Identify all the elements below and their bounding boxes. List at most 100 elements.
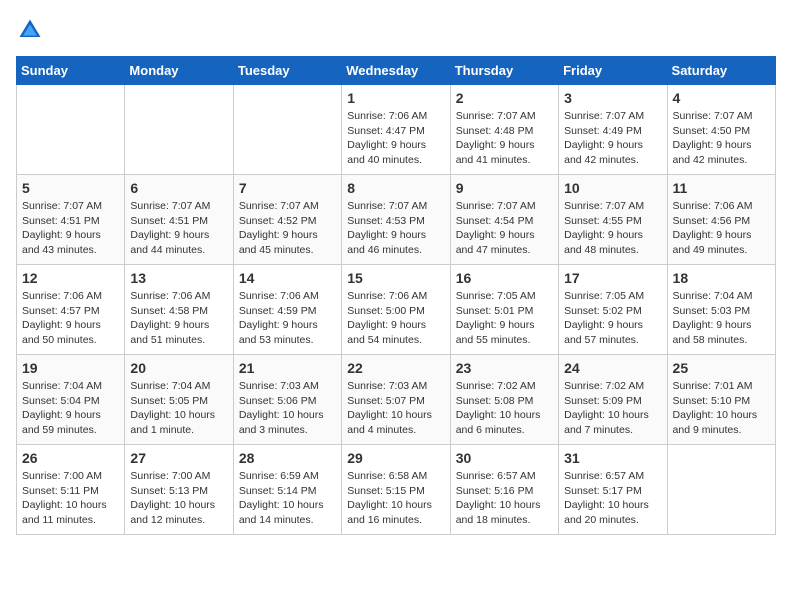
day-cell: 14 Sunrise: 7:06 AM Sunset: 4:59 PM Dayli… [233, 265, 341, 355]
day-number: 16 [456, 270, 553, 286]
day-info: Sunrise: 7:07 AM Sunset: 4:51 PM Dayligh… [130, 199, 227, 258]
weekday-header-wednesday: Wednesday [342, 57, 450, 85]
day-number: 19 [22, 360, 119, 376]
day-info: Sunrise: 6:59 AM Sunset: 5:14 PM Dayligh… [239, 469, 336, 528]
weekday-header-sunday: Sunday [17, 57, 125, 85]
day-cell: 16Sunrise: 7:05 AM Sunset: 5:01 PM Dayli… [450, 265, 558, 355]
day-info: Sunrise: 7:06 AM Sunset: 4:47 PM Dayligh… [347, 109, 444, 168]
day-cell: 6 Sunrise: 7:07 AM Sunset: 4:51 PM Daylig… [125, 175, 233, 265]
day-info: Sunrise: 6:57 AM Sunset: 5:16 PM Dayligh… [456, 469, 553, 528]
week-row-4: 19 Sunrise: 7:04 AM Sunset: 5:04 PM Dayli… [17, 355, 776, 445]
weekday-header-thursday: Thursday [450, 57, 558, 85]
day-number: 7 [239, 180, 336, 196]
day-number: 1 [347, 90, 444, 106]
day-cell: 3Sunrise: 7:07 AM Sunset: 4:49 PM Daylig… [559, 85, 667, 175]
day-number: 11 [673, 180, 770, 196]
weekday-header-row: SundayMondayTuesdayWednesdayThursdayFrid… [17, 57, 776, 85]
week-row-3: 12 Sunrise: 7:06 AM Sunset: 4:57 PM Dayli… [17, 265, 776, 355]
day-number: 18 [673, 270, 770, 286]
weekday-header-monday: Monday [125, 57, 233, 85]
day-cell: 26 Sunrise: 7:00 AM Sunset: 5:11 PM Dayli… [17, 445, 125, 535]
day-cell: 28 Sunrise: 6:59 AM Sunset: 5:14 PM Dayli… [233, 445, 341, 535]
day-cell [17, 85, 125, 175]
day-cell [125, 85, 233, 175]
day-info: Sunrise: 7:04 AM Sunset: 5:05 PM Dayligh… [130, 379, 227, 438]
day-number: 4 [673, 90, 770, 106]
day-cell: 10 Sunrise: 7:07 AM Sunset: 4:55 PM Dayli… [559, 175, 667, 265]
logo-icon [16, 16, 44, 44]
day-number: 25 [673, 360, 770, 376]
day-info: Sunrise: 7:04 AM Sunset: 5:04 PM Dayligh… [22, 379, 119, 438]
day-cell: 20 Sunrise: 7:04 AM Sunset: 5:05 PM Dayli… [125, 355, 233, 445]
day-number: 2 [456, 90, 553, 106]
day-info: Sunrise: 7:07 AM Sunset: 4:53 PM Dayligh… [347, 199, 444, 258]
calendar-table: SundayMondayTuesdayWednesdayThursdayFrid… [16, 56, 776, 535]
day-number: 26 [22, 450, 119, 466]
day-cell: 19 Sunrise: 7:04 AM Sunset: 5:04 PM Dayli… [17, 355, 125, 445]
day-info: Sunrise: 7:07 AM Sunset: 4:51 PM Dayligh… [22, 199, 119, 258]
day-number: 10 [564, 180, 661, 196]
day-number: 24 [564, 360, 661, 376]
day-info: Sunrise: 7:07 AM Sunset: 4:48 PM Dayligh… [456, 109, 553, 168]
week-row-1: 1 Sunrise: 7:06 AM Sunset: 4:47 PM Daylig… [17, 85, 776, 175]
day-info: Sunrise: 7:06 AM Sunset: 4:58 PM Dayligh… [130, 289, 227, 348]
day-number: 15 [347, 270, 444, 286]
weekday-header-friday: Friday [559, 57, 667, 85]
day-cell: 11Sunrise: 7:06 AM Sunset: 4:56 PM Dayli… [667, 175, 775, 265]
day-number: 20 [130, 360, 227, 376]
calendar-container: SundayMondayTuesdayWednesdayThursdayFrid… [0, 0, 792, 551]
day-info: Sunrise: 7:00 AM Sunset: 5:13 PM Dayligh… [130, 469, 227, 528]
week-row-2: 5Sunrise: 7:07 AM Sunset: 4:51 PM Daylig… [17, 175, 776, 265]
header [16, 16, 776, 44]
day-cell: 21 Sunrise: 7:03 AM Sunset: 5:06 PM Dayli… [233, 355, 341, 445]
day-info: Sunrise: 7:00 AM Sunset: 5:11 PM Dayligh… [22, 469, 119, 528]
day-info: Sunrise: 7:07 AM Sunset: 4:54 PM Dayligh… [456, 199, 553, 258]
logo [16, 16, 48, 44]
day-number: 13 [130, 270, 227, 286]
day-cell: 22Sunrise: 7:03 AM Sunset: 5:07 PM Dayli… [342, 355, 450, 445]
day-info: Sunrise: 7:01 AM Sunset: 5:10 PM Dayligh… [673, 379, 770, 438]
weekday-header-tuesday: Tuesday [233, 57, 341, 85]
day-cell: 4 Sunrise: 7:07 AM Sunset: 4:50 PM Daylig… [667, 85, 775, 175]
day-number: 28 [239, 450, 336, 466]
day-cell: 5Sunrise: 7:07 AM Sunset: 4:51 PM Daylig… [17, 175, 125, 265]
day-cell: 17Sunrise: 7:05 AM Sunset: 5:02 PM Dayli… [559, 265, 667, 355]
weekday-header-saturday: Saturday [667, 57, 775, 85]
day-number: 8 [347, 180, 444, 196]
day-cell: 24 Sunrise: 7:02 AM Sunset: 5:09 PM Dayli… [559, 355, 667, 445]
day-info: Sunrise: 7:06 AM Sunset: 4:57 PM Dayligh… [22, 289, 119, 348]
day-info: Sunrise: 7:07 AM Sunset: 4:52 PM Dayligh… [239, 199, 336, 258]
day-info: Sunrise: 7:06 AM Sunset: 4:59 PM Dayligh… [239, 289, 336, 348]
day-cell [667, 445, 775, 535]
day-number: 12 [22, 270, 119, 286]
day-number: 22 [347, 360, 444, 376]
day-number: 6 [130, 180, 227, 196]
day-info: Sunrise: 7:03 AM Sunset: 5:06 PM Dayligh… [239, 379, 336, 438]
day-info: Sunrise: 7:06 AM Sunset: 5:00 PM Dayligh… [347, 289, 444, 348]
day-number: 27 [130, 450, 227, 466]
day-info: Sunrise: 6:58 AM Sunset: 5:15 PM Dayligh… [347, 469, 444, 528]
day-info: Sunrise: 7:02 AM Sunset: 5:08 PM Dayligh… [456, 379, 553, 438]
day-cell: 30 Sunrise: 6:57 AM Sunset: 5:16 PM Dayli… [450, 445, 558, 535]
day-number: 14 [239, 270, 336, 286]
day-number: 23 [456, 360, 553, 376]
day-cell: 25 Sunrise: 7:01 AM Sunset: 5:10 PM Dayli… [667, 355, 775, 445]
week-row-5: 26 Sunrise: 7:00 AM Sunset: 5:11 PM Dayli… [17, 445, 776, 535]
day-number: 30 [456, 450, 553, 466]
day-cell: 12 Sunrise: 7:06 AM Sunset: 4:57 PM Dayli… [17, 265, 125, 355]
day-info: Sunrise: 7:02 AM Sunset: 5:09 PM Dayligh… [564, 379, 661, 438]
day-info: Sunrise: 6:57 AM Sunset: 5:17 PM Dayligh… [564, 469, 661, 528]
day-cell: 15 Sunrise: 7:06 AM Sunset: 5:00 PM Dayli… [342, 265, 450, 355]
day-info: Sunrise: 7:07 AM Sunset: 4:55 PM Dayligh… [564, 199, 661, 258]
day-number: 17 [564, 270, 661, 286]
day-cell: 23 Sunrise: 7:02 AM Sunset: 5:08 PM Dayli… [450, 355, 558, 445]
day-cell: 9Sunrise: 7:07 AM Sunset: 4:54 PM Daylig… [450, 175, 558, 265]
day-info: Sunrise: 7:07 AM Sunset: 4:50 PM Dayligh… [673, 109, 770, 168]
day-cell [233, 85, 341, 175]
day-cell: 31 Sunrise: 6:57 AM Sunset: 5:17 PM Dayli… [559, 445, 667, 535]
day-cell: 18Sunrise: 7:04 AM Sunset: 5:03 PM Dayli… [667, 265, 775, 355]
day-number: 31 [564, 450, 661, 466]
day-number: 21 [239, 360, 336, 376]
day-cell: 7 Sunrise: 7:07 AM Sunset: 4:52 PM Daylig… [233, 175, 341, 265]
day-number: 29 [347, 450, 444, 466]
